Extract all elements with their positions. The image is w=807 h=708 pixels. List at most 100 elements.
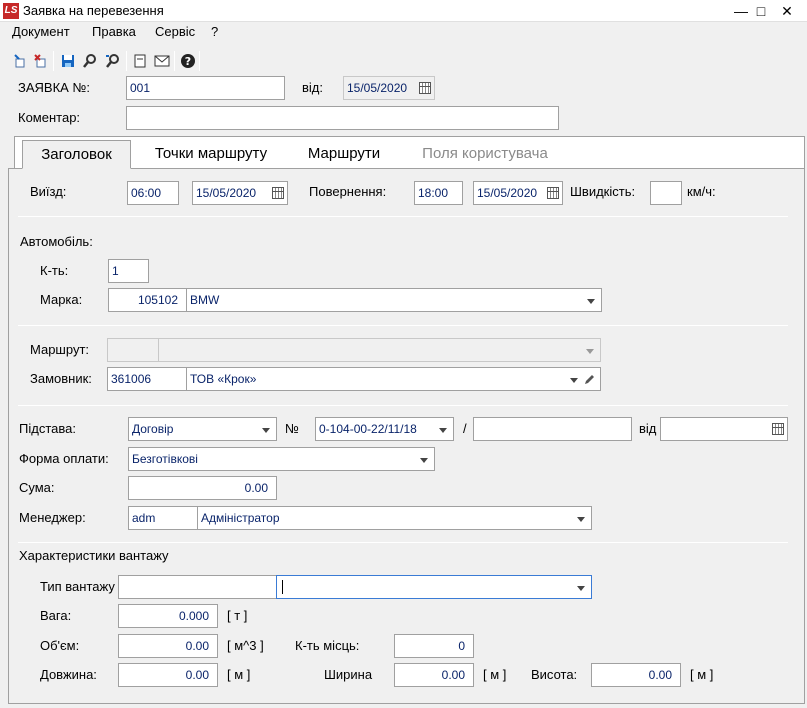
chevron-down-icon[interactable] bbox=[570, 378, 578, 383]
tab-user-fields: Поля користувача bbox=[422, 145, 548, 162]
menu-edit[interactable]: Правка bbox=[92, 24, 136, 39]
contract-number-value: 0-104-00-22/11/18 bbox=[319, 422, 417, 436]
manager-label: Менеджер: bbox=[19, 510, 86, 525]
return-date-value: 15/05/2020 bbox=[477, 186, 538, 200]
car-brand-code-field[interactable]: 105102 bbox=[108, 288, 187, 312]
sum-label: Сума: bbox=[19, 480, 55, 495]
chevron-down-icon[interactable] bbox=[262, 428, 270, 433]
height-field[interactable]: 0.00 bbox=[591, 663, 681, 687]
customer-code-field[interactable]: 361006 bbox=[107, 367, 187, 391]
manager-code-field[interactable]: adm bbox=[128, 506, 198, 530]
cargo-section-label: Характеристики вантажу bbox=[19, 548, 169, 563]
request-date-label: від: bbox=[302, 80, 323, 95]
text-cursor bbox=[282, 580, 283, 594]
sum-field[interactable]: 0.00 bbox=[128, 476, 277, 500]
calendar-icon[interactable] bbox=[772, 423, 784, 435]
request-number-label: ЗАЯВКА №: bbox=[18, 80, 90, 95]
length-label: Довжина: bbox=[40, 667, 97, 682]
menu-document[interactable]: Документ bbox=[12, 24, 70, 39]
slash-label: / bbox=[463, 421, 467, 436]
car-count-field[interactable]: 1 bbox=[108, 259, 149, 283]
help-icon[interactable]: ? bbox=[177, 50, 199, 72]
menu-service[interactable]: Сервіс bbox=[155, 24, 195, 39]
return-time-field[interactable]: 18:00 bbox=[414, 181, 463, 205]
departure-date-field[interactable]: 15/05/2020 bbox=[192, 181, 288, 205]
route-code-field bbox=[107, 338, 159, 362]
find-next-icon[interactable] bbox=[102, 50, 124, 72]
toolbar-separator bbox=[53, 51, 54, 71]
chevron-down-icon[interactable] bbox=[577, 586, 585, 591]
width-field[interactable]: 0.00 bbox=[394, 663, 474, 687]
contract-number-select[interactable]: 0-104-00-22/11/18 bbox=[315, 417, 454, 441]
weight-label: Вага: bbox=[40, 608, 72, 623]
request-number-field[interactable]: 001 bbox=[126, 76, 285, 100]
calendar-icon[interactable] bbox=[419, 82, 431, 94]
volume-field[interactable]: 0.00 bbox=[118, 634, 218, 658]
cargo-type-code-field[interactable] bbox=[118, 575, 278, 599]
toolbar-separator bbox=[174, 51, 175, 71]
mail-icon[interactable] bbox=[151, 50, 173, 72]
cargo-type-select[interactable] bbox=[276, 575, 592, 599]
contract-date-field[interactable] bbox=[660, 417, 788, 441]
manager-select[interactable]: Адміністратор bbox=[197, 506, 592, 530]
save-icon[interactable] bbox=[57, 50, 79, 72]
maximize-icon[interactable]: □ bbox=[750, 1, 772, 21]
tab-route-points[interactable]: Точки маршруту bbox=[140, 140, 282, 169]
volume-label: Об'єм: bbox=[40, 638, 80, 653]
comment-field[interactable] bbox=[126, 106, 559, 130]
departure-label: Виїзд: bbox=[30, 184, 67, 199]
find-icon[interactable] bbox=[79, 50, 101, 72]
title-bar: LS Заявка на перевезення — □ ✕ bbox=[0, 0, 807, 22]
tab-header[interactable]: Заголовок bbox=[22, 140, 131, 169]
payment-form-select[interactable]: Безготівкові bbox=[128, 447, 435, 471]
menu-help[interactable]: ? bbox=[211, 24, 218, 39]
car-section-label: Автомобіль: bbox=[20, 234, 93, 249]
length-field[interactable]: 0.00 bbox=[118, 663, 218, 687]
minimize-icon[interactable]: — bbox=[730, 1, 752, 21]
places-field[interactable]: 0 bbox=[394, 634, 474, 658]
page-icon[interactable] bbox=[129, 50, 151, 72]
car-count-label: К-ть: bbox=[40, 263, 69, 278]
return-date-field[interactable]: 15/05/2020 bbox=[473, 181, 563, 205]
width-unit: [ м ] bbox=[483, 667, 507, 682]
height-label: Висота: bbox=[531, 667, 578, 682]
customer-value: ТОВ «Крок» bbox=[190, 372, 257, 386]
car-brand-label: Марка: bbox=[40, 292, 83, 307]
contract-suffix-field[interactable] bbox=[473, 417, 632, 441]
toolbar-separator bbox=[199, 51, 200, 71]
new-doc-icon[interactable] bbox=[9, 50, 31, 72]
tab-panel-border bbox=[8, 168, 22, 169]
chevron-down-icon[interactable] bbox=[439, 428, 447, 433]
basis-select[interactable]: Договір bbox=[128, 417, 277, 441]
width-label: Ширина bbox=[324, 667, 373, 682]
app-logo-icon: LS bbox=[3, 3, 19, 19]
basis-label: Підстава: bbox=[19, 421, 76, 436]
chevron-down-icon[interactable] bbox=[577, 517, 585, 522]
tab-routes[interactable]: Маршрути bbox=[295, 140, 393, 169]
close-icon[interactable]: ✕ bbox=[776, 1, 798, 21]
menu-bar: Документ Правка Сервіс ? bbox=[0, 22, 807, 42]
customer-select[interactable]: ТОВ «Крок» bbox=[186, 367, 601, 391]
divider bbox=[18, 325, 788, 326]
calendar-icon[interactable] bbox=[547, 187, 559, 199]
weight-unit: [ т ] bbox=[227, 608, 248, 623]
car-brand-select[interactable]: BMW bbox=[186, 288, 602, 312]
chevron-down-icon[interactable] bbox=[587, 299, 595, 304]
car-brand-value: BMW bbox=[190, 293, 220, 307]
delete-doc-icon[interactable] bbox=[30, 50, 52, 72]
customer-label: Замовник: bbox=[30, 371, 92, 386]
departure-time-field[interactable]: 06:00 bbox=[127, 181, 179, 205]
manager-value: Адміністратор bbox=[201, 511, 280, 525]
payment-form-value: Безготівкові bbox=[132, 452, 198, 466]
basis-value: Договір bbox=[132, 422, 174, 436]
toolbar: ? bbox=[0, 48, 807, 74]
route-select bbox=[158, 338, 601, 362]
calendar-icon[interactable] bbox=[272, 187, 284, 199]
request-date-field: 15/05/2020 bbox=[343, 76, 435, 100]
payment-form-label: Форма оплати: bbox=[19, 451, 109, 466]
pencil-icon[interactable] bbox=[583, 373, 596, 386]
speed-field[interactable] bbox=[650, 181, 682, 205]
weight-field[interactable]: 0.000 bbox=[118, 604, 218, 628]
tab-panel-border bbox=[131, 168, 805, 169]
chevron-down-icon[interactable] bbox=[420, 458, 428, 463]
